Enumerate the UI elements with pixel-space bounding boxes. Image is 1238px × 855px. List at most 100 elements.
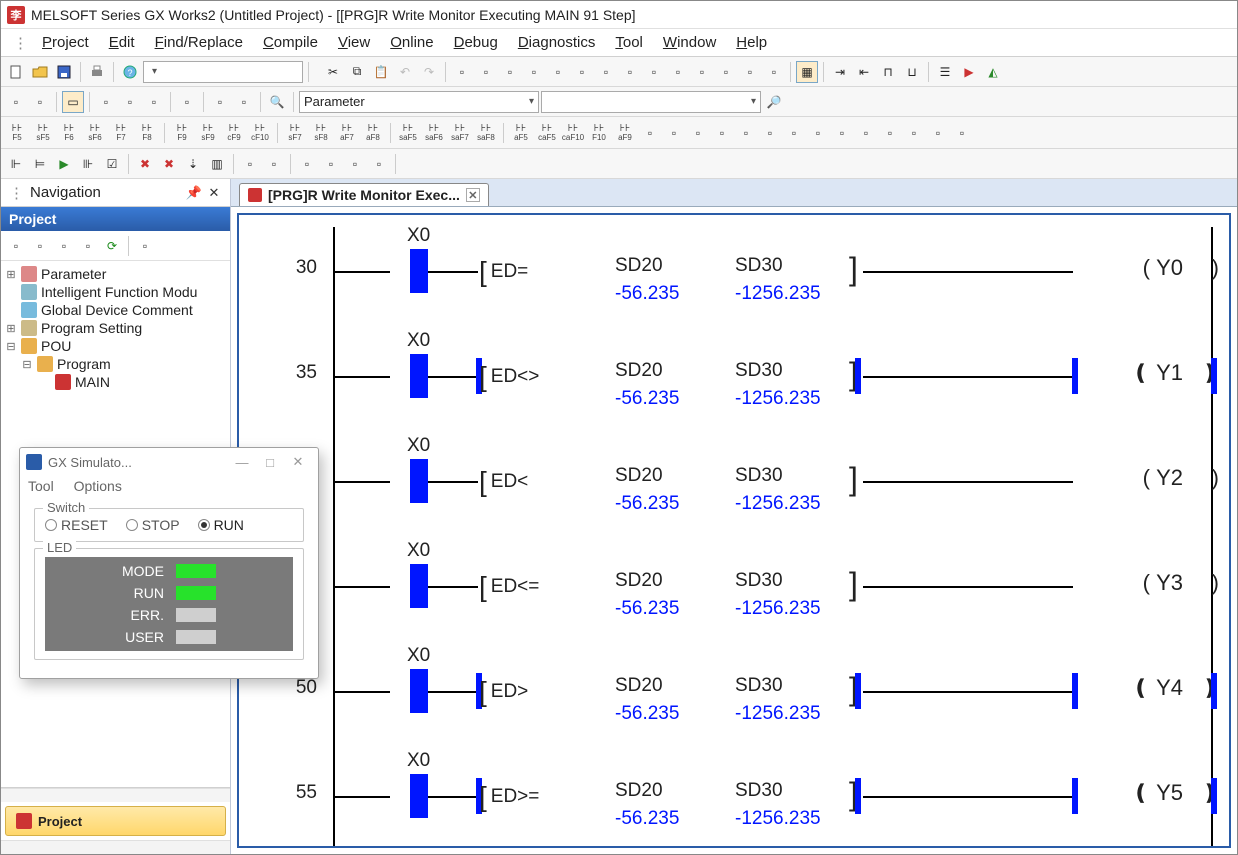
compare-instruction[interactable]: [ED<> — [479, 360, 543, 394]
sim-menu-options[interactable]: Options — [74, 478, 122, 494]
fkey-af9[interactable]: ⊦⊦aF9 — [613, 119, 637, 147]
tb2-1[interactable]: ▫ — [5, 91, 27, 113]
menu-compile[interactable]: Compile — [253, 32, 328, 53]
fkey-saf7[interactable]: ⊦⊦saF7 — [448, 119, 472, 147]
help-icon[interactable]: ? — [119, 61, 141, 83]
tb3-extra-1[interactable]: ▫ — [663, 122, 685, 144]
sim-menu-tool[interactable]: Tool — [28, 478, 54, 494]
menu-diagnostics[interactable]: Diagnostics — [508, 32, 606, 53]
navtb-1[interactable]: ▫ — [5, 235, 27, 257]
tree-ifm[interactable]: Intelligent Function Modu — [3, 283, 228, 301]
ladder-rung[interactable]: 40 X0 [ED< SD20 -56.235 SD30 -1256.235 ]… — [255, 437, 1213, 542]
pin-icon[interactable]: 📌 — [186, 185, 202, 201]
fkey-saf8[interactable]: ⊦⊦saF8 — [474, 119, 498, 147]
tb2-5[interactable]: ▫ — [119, 91, 141, 113]
nav-tab-project[interactable]: Project — [5, 806, 226, 836]
tb-misc-4[interactable]: ▫ — [523, 61, 545, 83]
fkey-f9[interactable]: ⊦⊦F9 — [170, 119, 194, 147]
print-icon[interactable] — [86, 61, 108, 83]
fkey-sf6[interactable]: ⊦⊦sF6 — [83, 119, 107, 147]
tb-misc-14[interactable]: ▫ — [763, 61, 785, 83]
compare-instruction[interactable]: [ED> — [479, 675, 532, 709]
tb3-extra-11[interactable]: ▫ — [903, 122, 925, 144]
save-icon[interactable] — [53, 61, 75, 83]
tb2-find[interactable]: 🔍 — [266, 91, 288, 113]
contact-icon[interactable] — [410, 459, 428, 503]
sim-radio-run[interactable]: RUN — [198, 517, 244, 533]
fkey-f7[interactable]: ⊦⊦F7 — [109, 119, 133, 147]
tb4-14[interactable]: ▫ — [368, 153, 390, 175]
ladder-rung[interactable]: 55 X0 [ED>= SD20 -56.235 SD30 -1256.235 … — [255, 752, 1213, 848]
tree-pou[interactable]: ⊟POU — [3, 337, 228, 355]
ladder-rung[interactable]: 35 X0 [ED<> SD20 -56.235 SD30 -1256.235 … — [255, 332, 1213, 437]
tb3-extra-0[interactable]: ▫ — [639, 122, 661, 144]
tb4-13[interactable]: ▫ — [344, 153, 366, 175]
parameter-combo[interactable]: Parameter▾ — [299, 91, 539, 113]
contact-icon[interactable] — [410, 564, 428, 608]
tb-misc-10[interactable]: ▫ — [667, 61, 689, 83]
menu-edit[interactable]: Edit — [99, 32, 145, 53]
fkey-sf9[interactable]: ⊦⊦sF9 — [196, 119, 220, 147]
output-coil[interactable]: ❪ Y5 — [1132, 780, 1183, 806]
tb3-extra-3[interactable]: ▫ — [711, 122, 733, 144]
tb-right-4[interactable]: ⊔ — [901, 61, 923, 83]
simulator-titlebar[interactable]: GX Simulato... — □ ✕ — [20, 448, 318, 476]
navtb-4[interactable]: ▫ — [77, 235, 99, 257]
tb2-9[interactable]: ▫ — [233, 91, 255, 113]
tb3-extra-12[interactable]: ▫ — [927, 122, 949, 144]
ladder-rung[interactable]: 45 X0 [ED<= SD20 -56.235 SD30 -1256.235 … — [255, 542, 1213, 647]
fkey-sf5[interactable]: ⊦⊦sF5 — [31, 119, 55, 147]
tb-misc-2[interactable]: ▫ — [475, 61, 497, 83]
tb4-9[interactable]: ▫ — [239, 153, 261, 175]
tb4-play[interactable]: ▶ — [53, 153, 75, 175]
output-coil[interactable]: ( Y0 — [1143, 255, 1183, 281]
contact-icon[interactable] — [410, 774, 428, 818]
tb4-7[interactable]: ⇣ — [182, 153, 204, 175]
menu-online[interactable]: Online — [380, 32, 443, 53]
editor-tab[interactable]: [PRG]R Write Monitor Exec... ✕ — [239, 183, 489, 206]
tb-right-2[interactable]: ⇤ — [853, 61, 875, 83]
tb4-1[interactable]: ⊩ — [5, 153, 27, 175]
tb-misc-8[interactable]: ▫ — [619, 61, 641, 83]
compare-instruction[interactable]: [ED< — [479, 465, 532, 499]
fkey-af8[interactable]: ⊦⊦aF8 — [361, 119, 385, 147]
minimize-icon[interactable]: — — [228, 455, 256, 470]
fkey-caf10[interactable]: ⊦⊦caF10 — [561, 119, 585, 147]
redo-icon[interactable]: ↷ — [418, 61, 440, 83]
undo-icon[interactable]: ↶ — [394, 61, 416, 83]
tb3-extra-7[interactable]: ▫ — [807, 122, 829, 144]
menu-help[interactable]: Help — [726, 32, 777, 53]
tb4-5[interactable]: ✖ — [134, 153, 156, 175]
new-icon[interactable] — [5, 61, 27, 83]
fkey-saf5[interactable]: ⊦⊦saF5 — [396, 119, 420, 147]
close-icon[interactable]: ✕ — [206, 185, 222, 201]
tree-program-setting[interactable]: ⊞Program Setting — [3, 319, 228, 337]
close-window-icon[interactable]: ✕ — [284, 454, 312, 470]
tb2-8[interactable]: ▫ — [209, 91, 231, 113]
output-coil[interactable]: ( Y2 — [1143, 465, 1183, 491]
monitor-mode-icon[interactable]: ▦ — [796, 61, 818, 83]
tb-misc-7[interactable]: ▫ — [595, 61, 617, 83]
tb-misc-11[interactable]: ▫ — [691, 61, 713, 83]
tb2-2[interactable]: ▫ — [29, 91, 51, 113]
tb-misc-9[interactable]: ▫ — [643, 61, 665, 83]
fkey-f5[interactable]: ⊦⊦F5 — [5, 119, 29, 147]
tb-misc-13[interactable]: ▫ — [739, 61, 761, 83]
tb4-11[interactable]: ▫ — [296, 153, 318, 175]
tb4-4[interactable]: ☑ — [101, 153, 123, 175]
menu-tool[interactable]: Tool — [605, 32, 653, 53]
run-icon[interactable]: ▶ — [958, 61, 980, 83]
tab-close-icon[interactable]: ✕ — [466, 188, 480, 202]
compare-instruction[interactable]: [ED= — [479, 255, 532, 289]
tb2-4[interactable]: ▫ — [95, 91, 117, 113]
ladder-editor[interactable]: 30 X0 [ED= SD20 -56.235 SD30 -1256.235 ]… — [237, 213, 1231, 848]
compare-instruction[interactable]: [ED<= — [479, 570, 543, 604]
copy-icon[interactable]: ⧉ — [346, 61, 368, 83]
tb3-extra-13[interactable]: ▫ — [951, 122, 973, 144]
tb3-extra-4[interactable]: ▫ — [735, 122, 757, 144]
tb4-10[interactable]: ▫ — [263, 153, 285, 175]
tb3-extra-6[interactable]: ▫ — [783, 122, 805, 144]
tb4-12[interactable]: ▫ — [320, 153, 342, 175]
menu-findreplace[interactable]: Find/Replace — [145, 32, 253, 53]
output-coil[interactable]: ❪ Y1 — [1132, 360, 1183, 386]
